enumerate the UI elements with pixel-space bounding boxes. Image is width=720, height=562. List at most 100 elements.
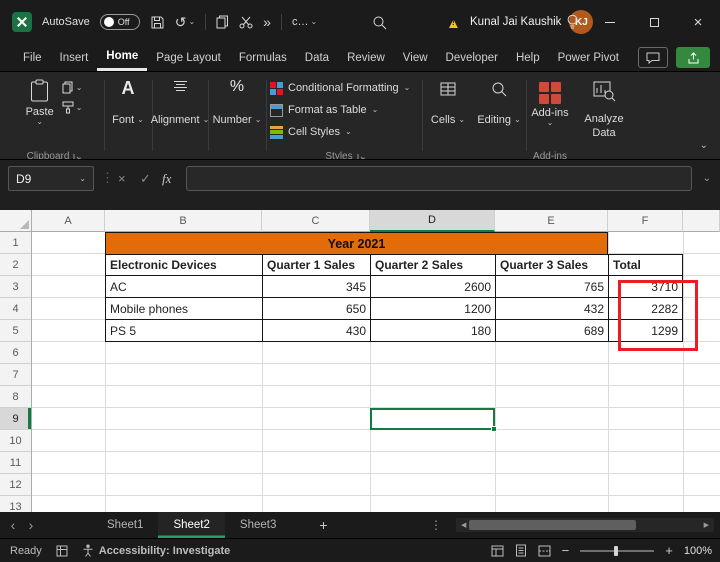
menu-tab-help[interactable]: Help [507,44,549,71]
zoom-level[interactable]: 100% [684,545,712,557]
year-banner-cell[interactable]: Year 2021 [105,232,608,254]
row-header-2[interactable]: 2 [0,254,31,276]
table-cell[interactable]: 1299 [609,320,683,342]
expand-formula-bar-icon[interactable]: ⌄ [703,173,711,184]
page-break-view-icon[interactable] [538,545,551,557]
normal-view-icon[interactable] [491,545,504,557]
menu-tab-developer[interactable]: Developer [437,44,507,71]
sheet-nav-right-icon[interactable]: › [22,512,40,538]
paste-button[interactable]: Paste ⌄ [26,79,54,126]
table-cell[interactable]: Electronic Devices [106,254,263,276]
row-header-11[interactable]: 11 [0,452,31,474]
select-all-corner[interactable] [0,210,32,232]
number-group-button[interactable]: % Number⌄ [210,79,264,126]
cells-group-button[interactable]: Cells⌄ [426,79,470,126]
column-header-d[interactable]: D [370,210,495,232]
table-cell[interactable]: 1200 [371,298,496,320]
row-header-4[interactable]: 4 [0,298,31,320]
table-cell[interactable]: 430 [263,320,371,342]
table-cell[interactable]: 689 [496,320,609,342]
cut-icon[interactable] [239,16,253,29]
horizontal-scrollbar[interactable]: ◀ ▶ [456,518,714,532]
sheet-options-icon[interactable]: ⋮ [430,518,442,532]
table-cell[interactable]: 180 [371,320,496,342]
row-header-5[interactable]: 5 [0,320,31,342]
menu-tab-file[interactable]: File [14,44,51,71]
cancel-icon[interactable]: × [118,171,126,186]
table-cell[interactable]: 2600 [371,276,496,298]
grid-area[interactable]: Year 2021 Electronic Devices Quarter 1 S… [32,232,720,512]
font-group-button[interactable]: A Font⌄ [106,79,150,126]
comments-button[interactable] [638,47,668,68]
table-cell[interactable]: AC [106,276,263,298]
column-header-b[interactable]: B [105,210,262,232]
row-header-1[interactable]: 1 [0,232,31,254]
table-cell[interactable]: Mobile phones [106,298,263,320]
share-button[interactable] [676,47,710,68]
table-cell[interactable]: 345 [263,276,371,298]
scrollbar-track[interactable] [469,520,700,530]
add-sheet-button[interactable]: + [319,517,327,533]
close-button[interactable]: × [676,0,720,44]
menu-tab-page-layout[interactable]: Page Layout [147,44,230,71]
column-header-f[interactable]: F [608,210,683,232]
zoom-out-icon[interactable]: − [562,544,570,557]
search-icon[interactable] [372,15,387,30]
menu-tab-home[interactable]: Home [97,44,147,71]
format-painter-button[interactable]: ⌄ [62,101,83,114]
chevron-double-right-icon[interactable]: » [263,15,271,29]
table-cell[interactable]: 765 [496,276,609,298]
enter-icon[interactable]: ✓ [140,171,151,187]
addins-button[interactable]: Add-ins ⌄ Add-ins [528,79,572,166]
insert-function-icon[interactable]: fx [162,171,171,187]
zoom-in-icon[interactable]: + [665,544,673,557]
row-header-9[interactable]: 9 [0,408,31,430]
table-cell[interactable]: Quarter 1 Sales [263,254,371,276]
undo-button[interactable]: ↺ ⌄ [175,15,195,29]
row-header-13[interactable]: 13 [0,496,31,512]
column-header-c[interactable]: C [262,210,370,232]
row-header-12[interactable]: 12 [0,474,31,496]
table-cell[interactable]: Total [609,254,683,276]
menu-tab-formulas[interactable]: Formulas [230,44,296,71]
alignment-group-button[interactable]: Alignment⌄ [154,79,206,126]
row-header-7[interactable]: 7 [0,364,31,386]
table-cell[interactable]: 650 [263,298,371,320]
table-cell[interactable]: Quarter 3 Sales [496,254,609,276]
collapse-ribbon-icon[interactable]: ⌄ [700,140,708,151]
table-cell[interactable]: Quarter 2 Sales [371,254,496,276]
sheet-nav-left-icon[interactable]: ‹ [4,512,22,538]
formula-input[interactable] [186,166,692,191]
table-cell[interactable]: 2282 [609,298,683,320]
row-header-8[interactable]: 8 [0,386,31,408]
row-header-10[interactable]: 10 [0,430,31,452]
sheet-tab-sheet3[interactable]: Sheet3 [225,512,291,538]
name-box[interactable]: D9 ⌄ [8,166,94,191]
page-layout-view-icon[interactable] [515,544,527,557]
menu-tab-insert[interactable]: Insert [51,44,98,71]
accessibility-status[interactable]: Accessibility: Investigate [82,544,230,557]
menu-tab-view[interactable]: View [394,44,437,71]
sheet-tab-sheet2[interactable]: Sheet2 [158,512,224,538]
zoom-slider-thumb[interactable] [614,546,618,556]
column-header-a[interactable]: A [32,210,105,232]
menu-tab-data[interactable]: Data [296,44,338,71]
quick-access-overflow[interactable]: c… ⌄ [292,16,317,28]
menu-tab-review[interactable]: Review [338,44,394,71]
cell-styles-button[interactable]: Cell Styles ⌄ [270,123,352,141]
row-header-6[interactable]: 6 [0,342,31,364]
table-cell[interactable]: 3710 [609,276,683,298]
copy-button[interactable]: ⌄ [62,81,83,94]
sheet-tab-sheet1[interactable]: Sheet1 [92,512,158,538]
analyze-data-button[interactable]: Analyze Data [578,79,630,141]
scroll-right-icon[interactable]: ▶ [701,521,712,529]
copy-icon[interactable] [216,15,229,29]
fill-handle[interactable] [491,426,497,432]
format-as-table-button[interactable]: Format as Table ⌄ [270,101,378,119]
autosave-toggle[interactable]: Off [100,14,140,30]
editing-group-button[interactable]: Editing⌄ [474,79,524,126]
lightbulb-icon[interactable] [566,14,579,30]
maximize-button[interactable] [632,0,676,44]
conditional-formatting-button[interactable]: Conditional Formatting ⌄ [270,79,410,97]
macro-record-icon[interactable] [56,545,68,557]
